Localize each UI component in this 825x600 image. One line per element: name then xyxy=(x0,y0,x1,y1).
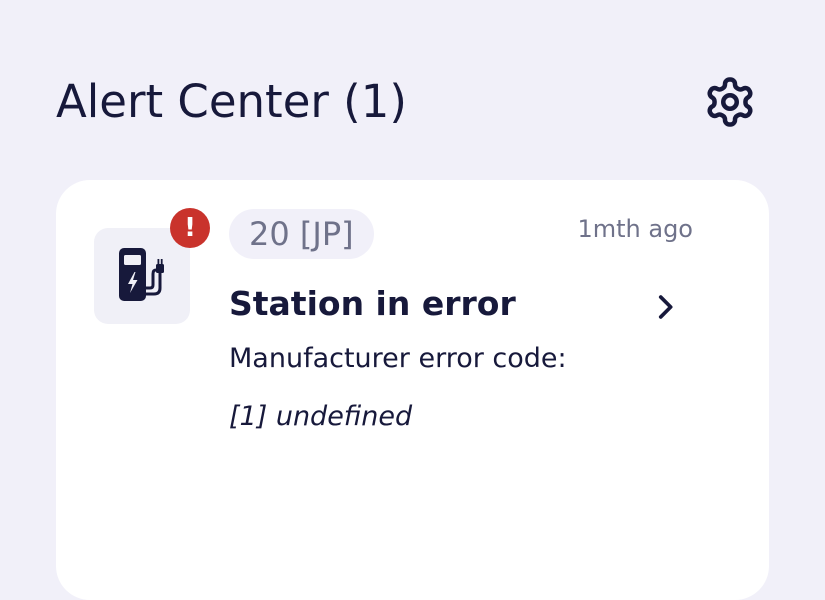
error-badge-icon: ! xyxy=(170,208,210,248)
alert-message: Manufacturer error code: xyxy=(229,343,567,374)
station-chip: 20 [JP] xyxy=(229,209,374,259)
chevron-right-icon xyxy=(658,295,673,319)
gear-icon xyxy=(707,77,753,127)
open-alert-button[interactable] xyxy=(648,290,682,324)
alert-error-code: [1] undefined xyxy=(229,401,413,432)
alert-timestamp: 1mth ago xyxy=(577,215,693,243)
alert-card[interactable]: ! 20 [JP] 1mth ago Station in error Manu… xyxy=(56,180,769,600)
page-title: Alert Center (1) xyxy=(56,75,407,128)
settings-button[interactable] xyxy=(703,75,757,129)
alert-title: Station in error xyxy=(229,284,516,323)
